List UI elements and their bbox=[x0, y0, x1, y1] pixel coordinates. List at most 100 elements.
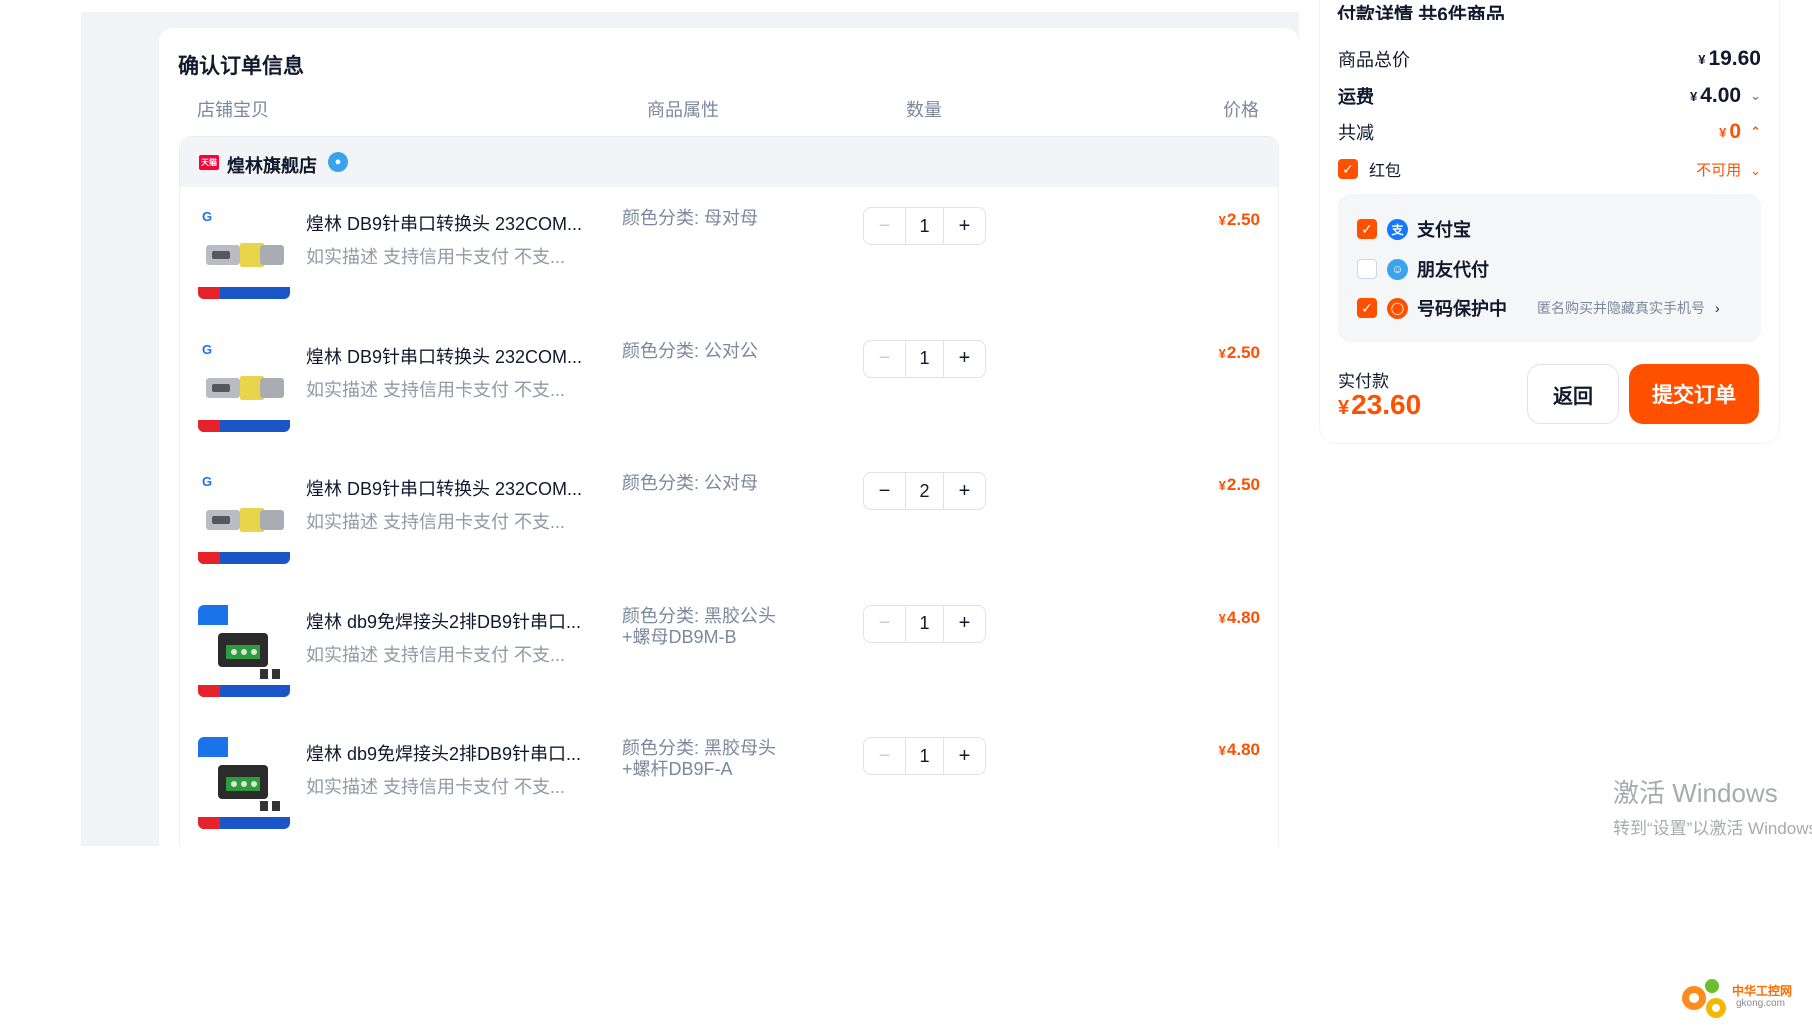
quantity-stepper: −1 + bbox=[863, 737, 986, 775]
shop-block: 天猫 煌林旗舰店 ● G 煌林 DB9针串口转换头 232COM... 如实描述 支… bbox=[179, 136, 1279, 846]
product-service-tags: 如实描述 支持信用卡支付 不支... bbox=[306, 644, 566, 665]
product-price: ¥2.50 bbox=[1218, 475, 1260, 494]
shipping-value: ¥4.00 ⌄ bbox=[1689, 84, 1761, 107]
shipping-label: 运费 bbox=[1338, 87, 1374, 107]
watermark-line2: 转到“设置”以激活 Windows。 bbox=[1613, 819, 1812, 838]
product-price: ¥2.50 bbox=[1218, 342, 1260, 362]
product-thumbnail[interactable] bbox=[198, 604, 290, 697]
red-packet-label: 红包 bbox=[1369, 163, 1402, 180]
discount-row[interactable]: 共减 ¥0 ⌃ bbox=[1338, 118, 1761, 146]
product-service-tags: 如实描述 支持信用卡支付 不支... bbox=[306, 247, 566, 267]
quantity-stepper: −1 + bbox=[863, 339, 986, 378]
shop-chat-icon[interactable]: ● bbox=[328, 152, 348, 172]
product-title[interactable]: 煌林 DB9针串口转换头 232COM... bbox=[306, 475, 586, 501]
product-thumbnail[interactable]: G bbox=[198, 472, 290, 564]
watermark-line1: 激活 Windows bbox=[1613, 778, 1778, 808]
order-item-row: 煌林 db9免焊接头2排DB9针串口... 如实描述 支持信用卡支付 不支... 颜… bbox=[180, 585, 1280, 717]
chevron-up-icon[interactable]: ⌃ bbox=[1750, 124, 1761, 140]
goods-total-label: 商品总价 bbox=[1338, 50, 1410, 70]
site-logo-domain: gkong.com bbox=[1736, 998, 1785, 1009]
column-header-shop-item: 店铺宝贝 bbox=[197, 100, 269, 120]
quantity-value[interactable]: 1 bbox=[905, 605, 944, 642]
back-button[interactable]: 返回 bbox=[1527, 364, 1619, 424]
quantity-stepper: −1 + bbox=[863, 604, 986, 643]
submit-order-button[interactable]: 提交订单 bbox=[1629, 364, 1759, 424]
alipay-checkbox[interactable]: ✓ bbox=[1357, 219, 1377, 239]
product-title[interactable]: 煌林 DB9针串口转换头 232COM... bbox=[306, 210, 586, 236]
product-title[interactable]: 煌林 db9免焊接头2排DB9针串口... bbox=[306, 740, 586, 766]
column-header-quantity: 数量 bbox=[906, 100, 942, 120]
product-attribute: 颜色分类: 黑胶母头 +螺杆DB9F-A bbox=[622, 738, 777, 779]
goods-total-row: 商品总价 ¥19.60 bbox=[1338, 45, 1761, 73]
product-price: ¥2.50 bbox=[1218, 210, 1260, 229]
increase-quantity-button[interactable]: + bbox=[944, 341, 985, 377]
shield-icon: ◯ bbox=[1387, 297, 1408, 319]
product-thumbnail[interactable]: G bbox=[198, 207, 290, 299]
alipay-icon: 支 bbox=[1387, 218, 1408, 240]
product-thumbnail[interactable] bbox=[198, 737, 290, 829]
tmall-badge: 天猫 bbox=[199, 155, 219, 170]
goods-total-value: ¥19.60 bbox=[1698, 47, 1761, 70]
product-service-tags: 如实描述 支持信用卡支付 不支... bbox=[306, 512, 566, 532]
discount-label: 共减 bbox=[1338, 123, 1374, 143]
decrease-quantity-button[interactable]: − bbox=[864, 341, 905, 377]
product-price: ¥4.80 bbox=[1218, 740, 1260, 759]
increase-quantity-button[interactable]: + bbox=[944, 208, 985, 244]
summary-header: 付款详情 共6件商品 bbox=[1337, 5, 1505, 20]
product-attribute: 颜色分类: 黑胶公头 +螺母DB9M-B bbox=[622, 605, 777, 647]
chevron-right-icon[interactable]: › bbox=[1715, 300, 1720, 316]
summary-card: 付款详情 共6件商品 商品总价 ¥19.60 运费 ¥4.00 ⌄ 共减 ¥0 … bbox=[1320, 0, 1779, 443]
payment-option-friend-pay[interactable]: ☺ 朋友代付 bbox=[1357, 256, 1489, 282]
decrease-quantity-button[interactable]: − bbox=[864, 738, 905, 774]
discount-value: ¥0 ⌃ bbox=[1719, 120, 1761, 143]
svg-text:G: G bbox=[202, 474, 212, 489]
order-card: 确认订单信息 店铺宝贝 商品属性 数量 价格 天猫 煌林旗舰店 ● G 煌林 DB… bbox=[159, 28, 1299, 846]
windows-activation-watermark: 激活 Windows 转到“设置”以激活 Windows。 bbox=[1613, 773, 1812, 839]
increase-quantity-button[interactable]: + bbox=[944, 606, 985, 642]
product-attribute: 颜色分类: 母对母 bbox=[622, 208, 759, 228]
product-attribute: 颜色分类: 公对公 bbox=[622, 340, 759, 361]
gear-icon bbox=[1682, 979, 1726, 1018]
number-protection-checkbox[interactable]: ✓ bbox=[1357, 298, 1377, 318]
payment-option-number-protection[interactable]: ✓ ◯ 号码保护中 匿名购买并隐藏真实手机号 › bbox=[1357, 295, 1720, 321]
product-thumbnail[interactable]: G bbox=[198, 339, 290, 432]
friend-pay-icon: ☺ bbox=[1387, 258, 1408, 280]
site-logo-name: 中华工控网 bbox=[1732, 984, 1793, 998]
quantity-stepper: −2 + bbox=[863, 472, 986, 510]
quantity-value[interactable]: 1 bbox=[905, 738, 944, 774]
decrease-quantity-button[interactable]: − bbox=[864, 208, 905, 244]
quantity-value[interactable]: 1 bbox=[905, 340, 944, 377]
red-packet-checkbox[interactable]: ✓ bbox=[1338, 159, 1358, 179]
column-header-price: 价格 bbox=[1223, 100, 1259, 120]
payment-option-alipay[interactable]: ✓ 支 支付宝 bbox=[1357, 216, 1471, 242]
alipay-label: 支付宝 bbox=[1417, 220, 1471, 240]
order-item-row: G 煌林 DB9针串口转换头 232COM... 如实描述 支持信用卡支付 不支..… bbox=[180, 452, 1280, 584]
friend-pay-checkbox[interactable] bbox=[1357, 259, 1377, 279]
product-service-tags: 如实描述 支持信用卡支付 不支... bbox=[306, 379, 566, 400]
red-packet-row[interactable]: ✓ 红包 不可用 ⌄ bbox=[1338, 155, 1761, 183]
quantity-value[interactable]: 1 bbox=[905, 208, 944, 244]
site-logo: 中华工控网 gkong.com bbox=[1672, 968, 1802, 1028]
chevron-down-icon[interactable]: ⌄ bbox=[1750, 88, 1761, 104]
product-title[interactable]: 煌林 DB9针串口转换头 232COM... bbox=[306, 343, 586, 369]
quantity-value[interactable]: 2 bbox=[905, 473, 944, 509]
number-protection-label: 号码保护中 bbox=[1417, 299, 1507, 319]
chevron-down-icon[interactable]: ⌄ bbox=[1750, 163, 1761, 179]
order-item-row: 煌林 db9免焊接头2排DB9针串口... 如实描述 支持信用卡支付 不支... 颜… bbox=[180, 717, 1280, 846]
shop-name[interactable]: 煌林旗舰店 bbox=[227, 152, 317, 178]
shop-header: 天猫 煌林旗舰店 ● bbox=[180, 137, 1278, 187]
order-title: 确认订单信息 bbox=[178, 55, 304, 78]
product-title[interactable]: 煌林 db9免焊接头2排DB9针串口... bbox=[306, 608, 586, 634]
number-protection-note: 匿名购买并隐藏真实手机号 bbox=[1537, 300, 1705, 316]
increase-quantity-button[interactable]: + bbox=[944, 738, 985, 774]
decrease-quantity-button[interactable]: − bbox=[864, 606, 905, 642]
svg-text:G: G bbox=[202, 209, 212, 224]
svg-text:G: G bbox=[202, 342, 212, 357]
order-item-row: G 煌林 DB9针串口转换头 232COM... 如实描述 支持信用卡支付 不支..… bbox=[180, 187, 1280, 319]
quantity-stepper: −1 + bbox=[863, 207, 986, 245]
decrease-quantity-button[interactable]: − bbox=[864, 473, 905, 509]
product-service-tags: 如实描述 支持信用卡支付 不支... bbox=[306, 777, 566, 797]
shipping-row[interactable]: 运费 ¥4.00 ⌄ bbox=[1338, 82, 1761, 110]
column-header-attributes: 商品属性 bbox=[647, 100, 719, 120]
increase-quantity-button[interactable]: + bbox=[944, 473, 985, 509]
